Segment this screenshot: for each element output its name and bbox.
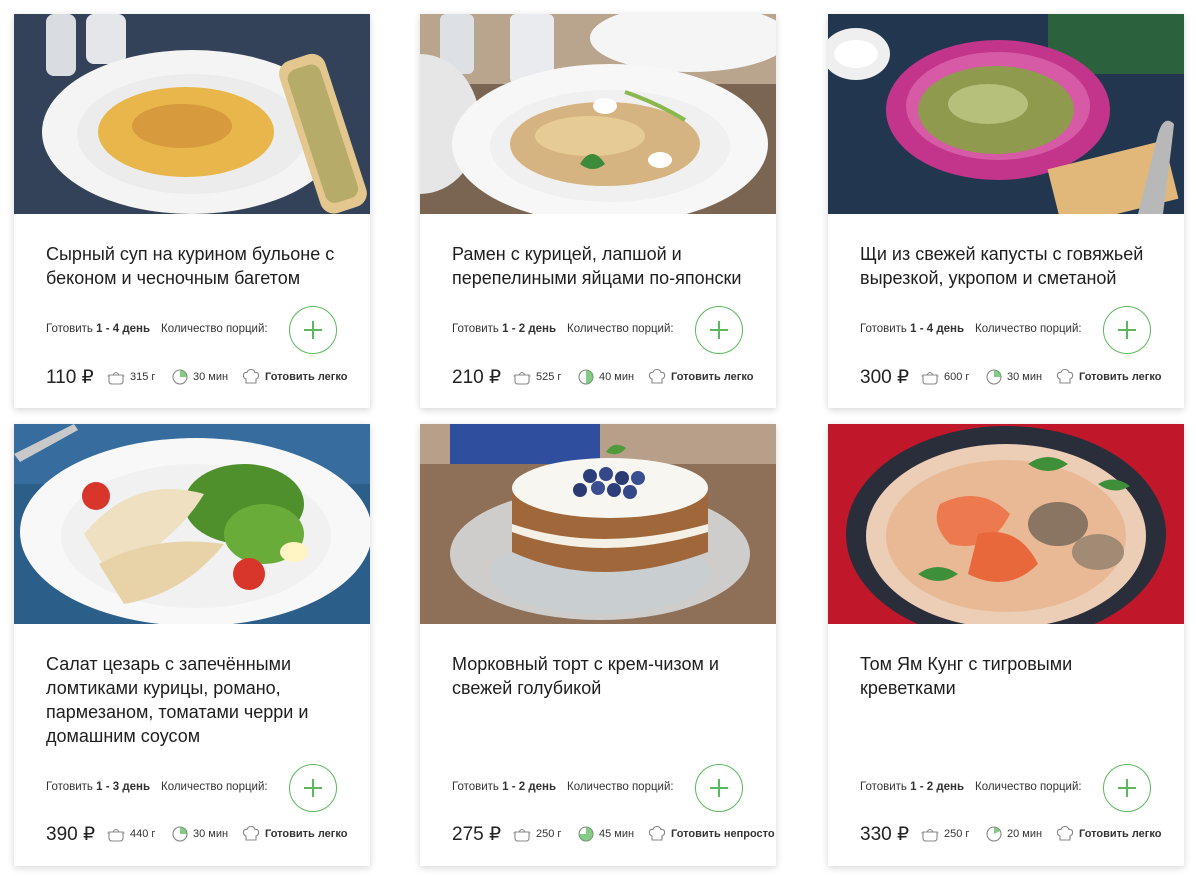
pot-icon [107,828,125,842]
recipe-price: 275 ₽ [452,824,502,845]
add-to-cart-button[interactable] [695,764,743,812]
cook-period: Готовить 1 - 2 день [452,323,557,335]
recipe-weight: 525 г [513,368,561,386]
portions-label: Количество порций: [975,323,1082,335]
cook-period: Готовить 1 - 3 день [46,781,151,793]
chef-hat-icon [1056,369,1074,384]
portions-label: Количество порций: [567,323,674,335]
recipe-card[interactable]: Рамен с курицей, лапшой и перепелиными я… [420,14,776,408]
portions-label: Количество порций: [975,781,1082,793]
recipe-photo-caesar-salad[interactable] [14,424,370,624]
recipe-price: 300 ₽ [860,367,910,388]
pot-icon [921,828,939,842]
clock-icon [986,826,1002,842]
recipe-title[interactable]: Сырный суп на курином бульоне с беконом … [46,242,346,290]
recipe-card[interactable]: Сырный суп на курином бульоне с беконом … [14,14,370,408]
clock-icon [986,369,1002,385]
cook-period: Готовить 1 - 4 день [860,323,965,335]
pot-icon [513,828,531,842]
recipe-time: 45 мин [578,825,634,843]
recipe-weight: 250 г [513,825,561,843]
add-to-cart-button[interactable] [289,764,337,812]
pot-icon [107,371,125,385]
clock-icon [172,369,188,385]
portions-label: Количество порций: [161,781,268,793]
recipe-grid: Сырный суп на курином бульоне с беконом … [0,0,1196,876]
pot-icon [921,371,939,385]
recipe-photo-ramen[interactable] [420,14,776,214]
recipe-time: 30 мин [986,368,1042,386]
portions-label: Количество порций: [567,781,674,793]
recipe-photo-cabbage-soup[interactable] [828,14,1184,214]
recipe-photo-cheese-soup[interactable] [14,14,370,214]
clock-icon [172,826,188,842]
recipe-price: 110 ₽ [46,367,94,388]
chef-hat-icon [1056,826,1074,841]
chef-hat-icon [648,369,666,384]
pot-icon [513,371,531,385]
recipe-price: 330 ₽ [860,824,910,845]
recipe-card[interactable]: Морковный торт с крем-чизом и свежей гол… [420,424,776,866]
recipe-difficulty: Готовить непросто [648,825,775,843]
recipe-difficulty: Готовить легко [242,825,347,843]
cook-period: Готовить 1 - 4 день [46,323,151,335]
recipe-difficulty: Готовить легко [242,368,347,386]
recipe-title[interactable]: Рамен с курицей, лапшой и перепелиными я… [452,242,752,290]
clock-icon [578,826,594,842]
recipe-title[interactable]: Том Ям Кунг с тигровыми креветками [860,652,1160,700]
recipe-weight: 440 г [107,825,155,843]
recipe-title[interactable]: Морковный торт с крем-чизом и свежей гол… [452,652,752,700]
recipe-title[interactable]: Щи из свежей капусты с говяжьей вырезкой… [860,242,1160,290]
add-to-cart-button[interactable] [695,306,743,354]
cook-period: Готовить 1 - 2 день [860,781,965,793]
chef-hat-icon [648,826,666,841]
recipe-difficulty: Готовить легко [1056,368,1161,386]
recipe-time: 40 мин [578,368,634,386]
recipe-time: 20 мин [986,825,1042,843]
add-to-cart-button[interactable] [1103,764,1151,812]
recipe-card[interactable]: Том Ям Кунг с тигровыми креветками Готов… [828,424,1184,866]
add-to-cart-button[interactable] [289,306,337,354]
recipe-photo-carrot-cake[interactable] [420,424,776,624]
clock-icon [578,369,594,385]
recipe-difficulty: Готовить легко [1056,825,1161,843]
recipe-title[interactable]: Салат цезарь с запечёнными ломтиками кур… [46,652,346,748]
chef-hat-icon [242,369,260,384]
recipe-time: 30 мин [172,825,228,843]
add-to-cart-button[interactable] [1103,306,1151,354]
recipe-card[interactable]: Щи из свежей капусты с говяжьей вырезкой… [828,14,1184,408]
recipe-price: 210 ₽ [452,367,502,388]
recipe-difficulty: Готовить легко [648,368,753,386]
recipe-time: 30 мин [172,368,228,386]
recipe-weight: 600 г [921,368,969,386]
recipe-weight: 315 г [107,368,155,386]
chef-hat-icon [242,826,260,841]
recipe-price: 390 ₽ [46,824,96,845]
recipe-photo-tom-yum[interactable] [828,424,1184,624]
recipe-weight: 250 г [921,825,969,843]
recipe-card[interactable]: Салат цезарь с запечёнными ломтиками кур… [14,424,370,866]
cook-period: Готовить 1 - 2 день [452,781,557,793]
portions-label: Количество порций: [161,323,268,335]
